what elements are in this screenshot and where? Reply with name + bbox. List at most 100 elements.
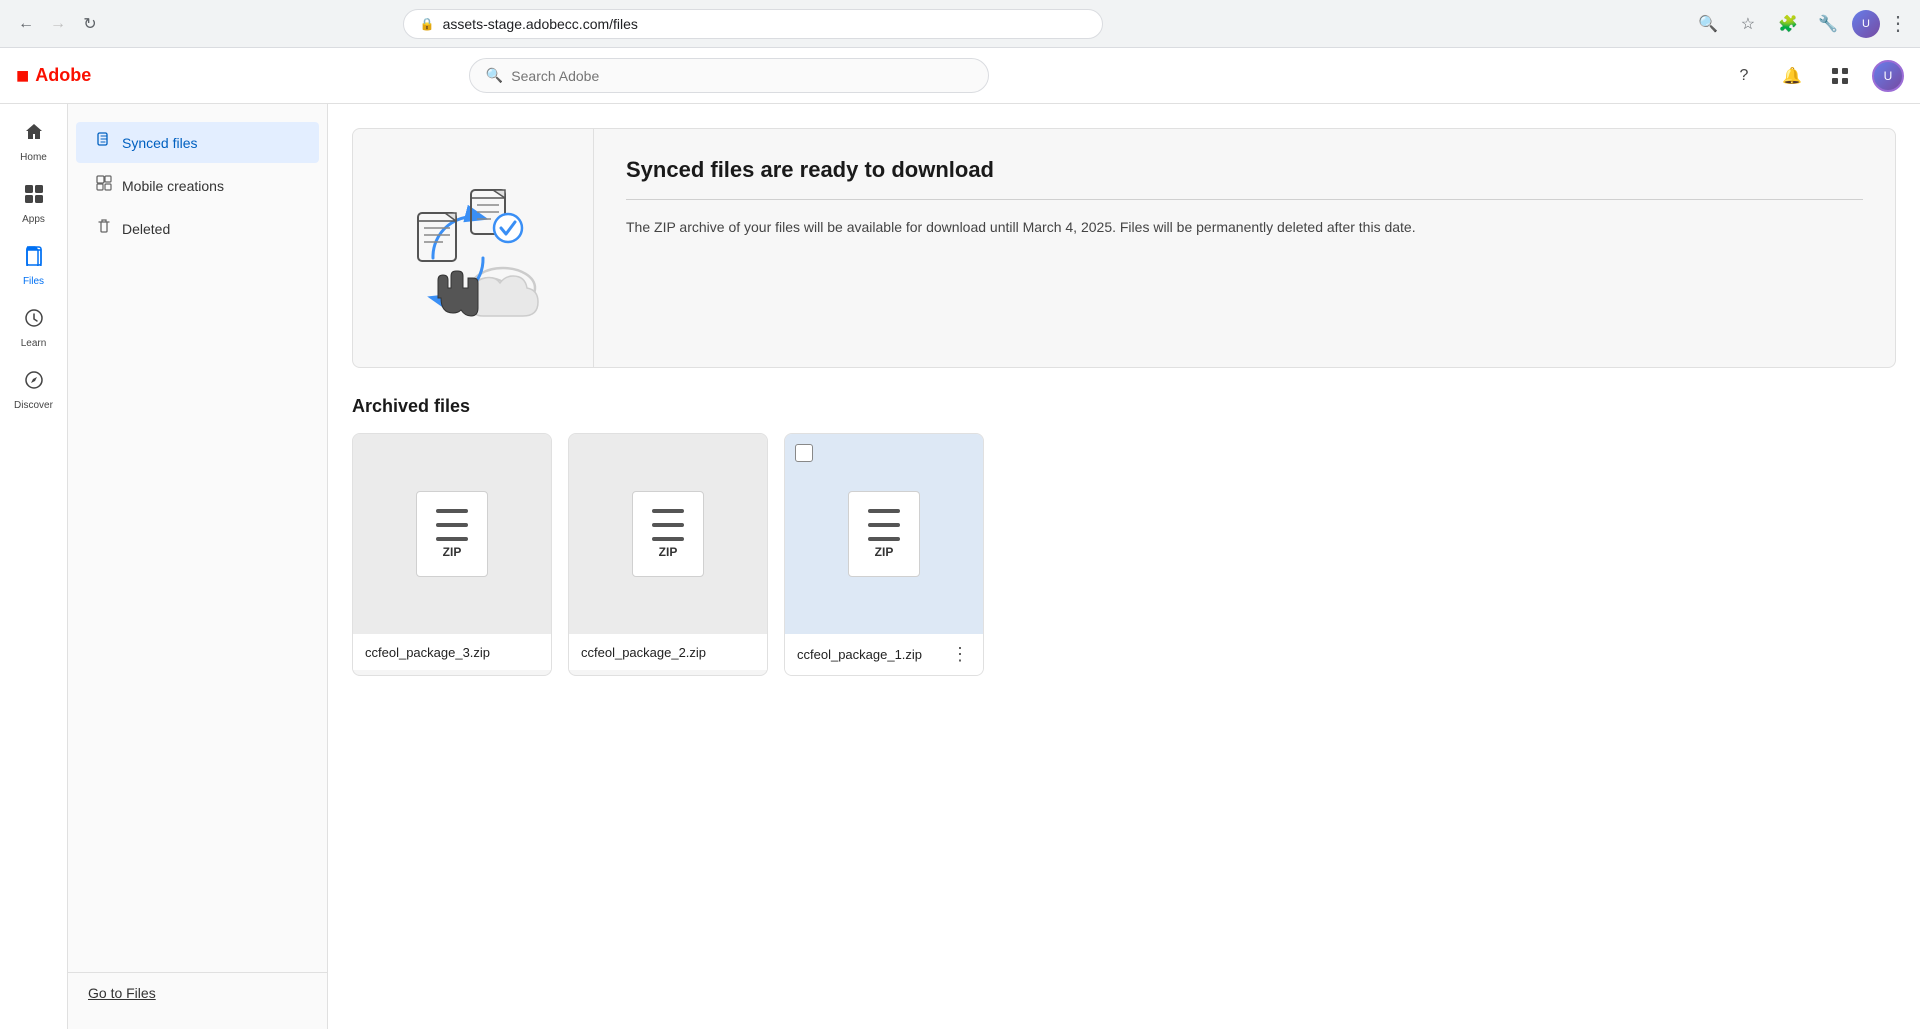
sidebar-item-home[interactable]: Home — [4, 114, 64, 172]
synced-files-banner: Synced files are ready to download The Z… — [352, 128, 1896, 368]
forward-button[interactable]: → — [44, 10, 72, 38]
browser-profile-avatar[interactable]: U — [1852, 10, 1880, 38]
top-nav: ■ Adobe 🔍 ? 🔔 U — [0, 48, 1920, 104]
nav-item-deleted[interactable]: Deleted — [76, 208, 319, 249]
browser-nav-buttons: ← → ↻ — [12, 10, 104, 38]
zip-line-gap — [436, 530, 468, 534]
sidebar-label-files: Files — [23, 276, 44, 288]
adobe-logo-text: Adobe — [35, 65, 91, 86]
browser-right-controls: 🔍 ☆ 🧩 🔧 U ⋮ — [1692, 8, 1908, 40]
banner-illustration — [353, 129, 593, 367]
adobe-logo[interactable]: ■ Adobe — [16, 63, 91, 89]
zip-line-gap — [652, 516, 684, 520]
search-icon: 🔍 — [486, 67, 503, 84]
zip-line — [436, 509, 468, 513]
files-icon — [24, 246, 44, 272]
zip-label-1: ZIP — [443, 545, 462, 559]
zip-line — [652, 509, 684, 513]
synced-files-icon — [96, 132, 112, 153]
zip-lines-2 — [652, 509, 684, 541]
banner-text: Synced files are ready to download The Z… — [593, 129, 1895, 367]
nav-right: ? 🔔 U — [1728, 60, 1904, 92]
file-name-2: ccfeol_package_2.zip — [581, 645, 706, 660]
zip-line-gap — [652, 530, 684, 534]
content-sidebar: Synced files Mobile creations — [68, 104, 328, 1029]
file-card-1[interactable]: ZIP ccfeol_package_3.zip — [352, 433, 552, 676]
files-grid: ZIP ccfeol_package_3.zip — [352, 433, 1896, 676]
sidebar-item-files[interactable]: Files — [4, 238, 64, 296]
zip-label-2: ZIP — [659, 545, 678, 559]
file-name-1: ccfeol_package_3.zip — [365, 645, 490, 660]
file-thumb-1: ZIP — [353, 434, 551, 634]
search-input[interactable] — [511, 68, 972, 84]
deleted-icon — [96, 218, 112, 239]
zip-line — [436, 523, 468, 527]
go-to-files-link[interactable]: Go to Files — [88, 985, 156, 1001]
file-card-info-2: ccfeol_package_2.zip — [569, 634, 767, 670]
lock-icon: 🔒 — [420, 17, 435, 31]
notifications-button[interactable]: 🔔 — [1776, 60, 1808, 92]
url-text: assets-stage.adobecc.com/files — [443, 16, 638, 32]
content-sidebar-bottom: Go to Files — [68, 972, 327, 1013]
file-more-button-3[interactable]: ⋮ — [949, 644, 971, 665]
help-button[interactable]: ? — [1728, 60, 1760, 92]
sidebar-item-apps[interactable]: Apps — [4, 176, 64, 234]
file-card-info-3: ccfeol_package_1.zip ⋮ — [785, 634, 983, 675]
mobile-creations-icon — [96, 175, 112, 196]
banner-description: The ZIP archive of your files will be av… — [626, 216, 1863, 238]
zip-line — [436, 537, 468, 541]
sidebar-label-home: Home — [20, 152, 47, 164]
extension-button[interactable]: 🧩 — [1772, 8, 1804, 40]
sidebar-label-discover: Discover — [14, 400, 53, 412]
nav-item-mobile-creations[interactable]: Mobile creations — [76, 165, 319, 206]
sidebar-item-learn[interactable]: Learn — [4, 300, 64, 358]
home-icon — [24, 122, 44, 148]
user-avatar[interactable]: U — [1872, 60, 1904, 92]
zip-line-gap — [868, 516, 900, 520]
zip-line — [652, 523, 684, 527]
zip-line-gap — [436, 516, 468, 520]
zip-file-icon-2: ZIP — [632, 491, 704, 577]
sidebar-label-apps: Apps — [22, 214, 45, 226]
sidebar-item-discover[interactable]: Discover — [4, 362, 64, 420]
zip-label-3: ZIP — [875, 545, 894, 559]
banner-divider — [626, 199, 1863, 200]
file-select-checkbox-3[interactable] — [795, 444, 813, 462]
learn-icon — [24, 308, 44, 334]
nav-item-synced-files[interactable]: Synced files — [76, 122, 319, 163]
search-bar-container: 🔍 — [469, 58, 989, 93]
left-sidebar: Home Apps — [0, 104, 68, 1029]
adobe-logo-icon: ■ — [16, 63, 29, 89]
zip-file-icon-3: ZIP — [848, 491, 920, 577]
discover-icon — [24, 370, 44, 396]
sidebar-label-learn: Learn — [21, 338, 47, 350]
browser-chrome: ← → ↻ 🔒 assets-stage.adobecc.com/files 🔍… — [0, 0, 1920, 48]
zoom-button[interactable]: 🔍 — [1692, 8, 1724, 40]
archived-files-title: Archived files — [352, 396, 1896, 417]
back-button[interactable]: ← — [12, 10, 40, 38]
address-bar[interactable]: 🔒 assets-stage.adobecc.com/files — [403, 9, 1103, 39]
zip-file-icon-1: ZIP — [416, 491, 488, 577]
main-layout: Home Apps — [0, 104, 1920, 1029]
file-thumb-3: ZIP — [785, 434, 983, 634]
nav-label-synced-files: Synced files — [122, 135, 197, 151]
bookmark-button[interactable]: ☆ — [1732, 8, 1764, 40]
content-sidebar-wrapper: Synced files Mobile creations — [68, 120, 327, 1013]
zip-lines-1 — [436, 509, 468, 541]
sync-illustration — [393, 168, 553, 328]
file-thumb-2: ZIP — [569, 434, 767, 634]
extensions-button[interactable]: 🔧 — [1812, 8, 1844, 40]
file-card-2[interactable]: ZIP ccfeol_package_2.zip — [568, 433, 768, 676]
file-card-3[interactable]: ZIP ccfeol_package_1.zip ⋮ — [784, 433, 984, 676]
zip-line — [868, 523, 900, 527]
zip-line-gap — [868, 530, 900, 534]
zip-line — [652, 537, 684, 541]
file-card-info-1: ccfeol_package_3.zip — [353, 634, 551, 670]
reload-button[interactable]: ↻ — [76, 10, 104, 38]
apps-grid-button[interactable] — [1824, 60, 1856, 92]
file-name-3: ccfeol_package_1.zip — [797, 647, 922, 662]
browser-more-button[interactable]: ⋮ — [1888, 11, 1908, 36]
main-content: Synced files are ready to download The Z… — [328, 104, 1920, 1029]
nav-label-mobile-creations: Mobile creations — [122, 178, 224, 194]
grid-icon — [1831, 67, 1849, 85]
